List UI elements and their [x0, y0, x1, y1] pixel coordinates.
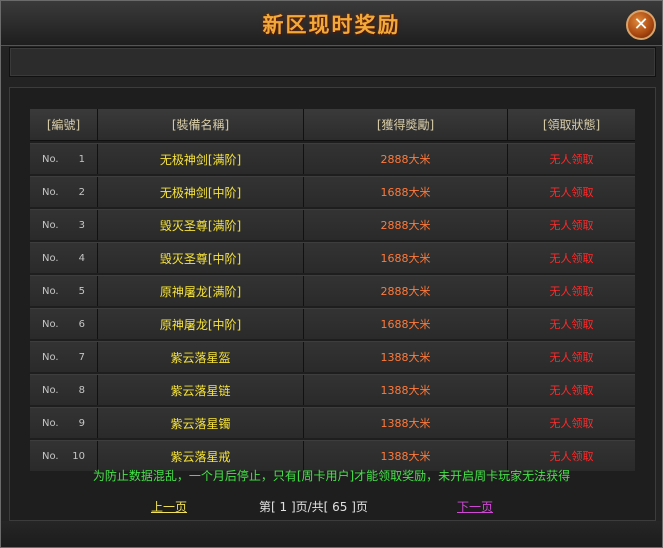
- row-number: No. 7: [30, 342, 98, 372]
- row-status: 无人领取: [549, 417, 594, 430]
- next-page-link[interactable]: 下一页: [457, 498, 493, 515]
- row-reward: 1688大米: [304, 177, 508, 207]
- row-number-label: No.: [42, 252, 59, 264]
- row-status: 无人领取: [549, 384, 594, 397]
- close-button[interactable]: ✕: [626, 10, 656, 40]
- row-status: 无人领取: [549, 219, 594, 232]
- row-number: No. 3: [30, 210, 98, 240]
- row-number-label: No.: [42, 186, 59, 198]
- table-row: No. 6 原神屠龙[中阶] 1688大米 无人领取: [30, 308, 635, 339]
- row-reward: 1388大米: [304, 375, 508, 405]
- row-number-label: No.: [42, 318, 59, 330]
- reward-panel: [編號] [裝備名稱] [獲得獎勵] [領取狀態] No. 1 无极神剑[满阶] 28…: [9, 87, 656, 521]
- row-number-value: 8: [78, 384, 85, 396]
- row-reward: 1388大米: [304, 408, 508, 438]
- table-row: No. 5 原神屠龙[满阶] 2888大米 无人领取: [30, 275, 635, 306]
- row-number: No. 1: [30, 144, 98, 174]
- table-row: No. 3 毁灭圣尊[满阶] 2888大米 无人领取: [30, 209, 635, 240]
- prev-page-link[interactable]: 上一页: [151, 498, 187, 515]
- table-row: No. 2 无极神剑[中阶] 1688大米 无人领取: [30, 176, 635, 207]
- row-number-label: No.: [42, 285, 59, 297]
- row-number-label: No.: [42, 219, 59, 231]
- title-bar: 新区现时奖励 ✕: [1, 1, 662, 46]
- row-number-value: 10: [72, 450, 85, 462]
- reward-window: 新区现时奖励 ✕ [編號] [裝備名稱] [獲得獎勵] [領取狀態] No. 1 无…: [0, 0, 663, 548]
- row-number: No. 9: [30, 408, 98, 438]
- row-status: 无人领取: [549, 186, 594, 199]
- row-reward: 1388大米: [304, 342, 508, 372]
- table-header: [編號] [裝備名稱] [獲得獎勵] [領取狀態]: [30, 109, 635, 141]
- row-number-value: 4: [78, 252, 85, 264]
- row-number-value: 9: [78, 417, 85, 429]
- row-number-value: 1: [78, 153, 85, 165]
- row-number-value: 2: [78, 186, 85, 198]
- row-status: 无人领取: [549, 318, 594, 331]
- row-number: No. 8: [30, 375, 98, 405]
- row-item-name: 毁灭圣尊[满阶]: [98, 210, 304, 240]
- table-row: No. 7 紫云落星盔 1388大米 无人领取: [30, 341, 635, 372]
- header-number: [編號]: [30, 109, 98, 140]
- bottom-strip: [1, 521, 662, 547]
- row-number-label: No.: [42, 450, 59, 462]
- row-status: 无人领取: [549, 351, 594, 364]
- notice-text: 为防止数据混乱，一个月后停止，只有[周卡用户]才能领取奖励，未开启周卡玩家无法获…: [92, 469, 571, 483]
- row-item-name: 无极神剑[中阶]: [98, 177, 304, 207]
- table-row: No. 9 紫云落星镯 1388大米 无人领取: [30, 407, 635, 438]
- row-number-label: No.: [42, 384, 59, 396]
- header-item-name: [裝備名稱]: [98, 109, 304, 140]
- table-row: No. 4 毁灭圣尊[中阶] 1688大米 无人领取: [30, 242, 635, 273]
- row-reward: 1688大米: [304, 309, 508, 339]
- row-item-name: 紫云落星链: [98, 375, 304, 405]
- row-item-name: 毁灭圣尊[中阶]: [98, 243, 304, 273]
- row-number: No. 6: [30, 309, 98, 339]
- header-reward: [獲得獎勵]: [304, 109, 508, 140]
- row-number: No. 4: [30, 243, 98, 273]
- row-number-label: No.: [42, 417, 59, 429]
- page-info: 第[ 1 ]页/共[ 65 ]页: [259, 500, 368, 514]
- row-number: No. 5: [30, 276, 98, 306]
- row-status: 无人领取: [549, 285, 594, 298]
- row-number-label: No.: [42, 351, 59, 363]
- row-number-value: 7: [78, 351, 85, 363]
- header-status: [領取狀態]: [542, 118, 601, 132]
- row-reward: 2888大米: [304, 144, 508, 174]
- row-number-label: No.: [42, 153, 59, 165]
- table-row: No. 1 无极神剑[满阶] 2888大米 无人领取: [30, 143, 635, 174]
- pagination: 上一页 第[ 1 ]页/共[ 65 ]页 下一页: [1, 498, 663, 516]
- row-reward: 2888大米: [304, 276, 508, 306]
- row-item-name: 原神屠龙[中阶]: [98, 309, 304, 339]
- row-item-name: 紫云落星盔: [98, 342, 304, 372]
- row-status: 无人领取: [549, 252, 594, 265]
- row-number: No. 2: [30, 177, 98, 207]
- close-icon: ✕: [633, 14, 649, 35]
- row-item-name: 无极神剑[满阶]: [98, 144, 304, 174]
- window-title: 新区现时奖励: [262, 12, 401, 37]
- row-number-value: 3: [78, 219, 85, 231]
- row-status: 无人领取: [549, 153, 594, 166]
- row-number-value: 6: [78, 318, 85, 330]
- table-row: No. 8 紫云落星链 1388大米 无人领取: [30, 374, 635, 405]
- row-reward: 1688大米: [304, 243, 508, 273]
- reward-table: [編號] [裝備名稱] [獲得獎勵] [領取狀態] No. 1 无极神剑[满阶] 28…: [30, 109, 635, 471]
- row-reward: 2888大米: [304, 210, 508, 240]
- sub-toolbar: [9, 47, 656, 77]
- row-number-value: 5: [78, 285, 85, 297]
- row-item-name: 紫云落星镯: [98, 408, 304, 438]
- row-item-name: 原神屠龙[满阶]: [98, 276, 304, 306]
